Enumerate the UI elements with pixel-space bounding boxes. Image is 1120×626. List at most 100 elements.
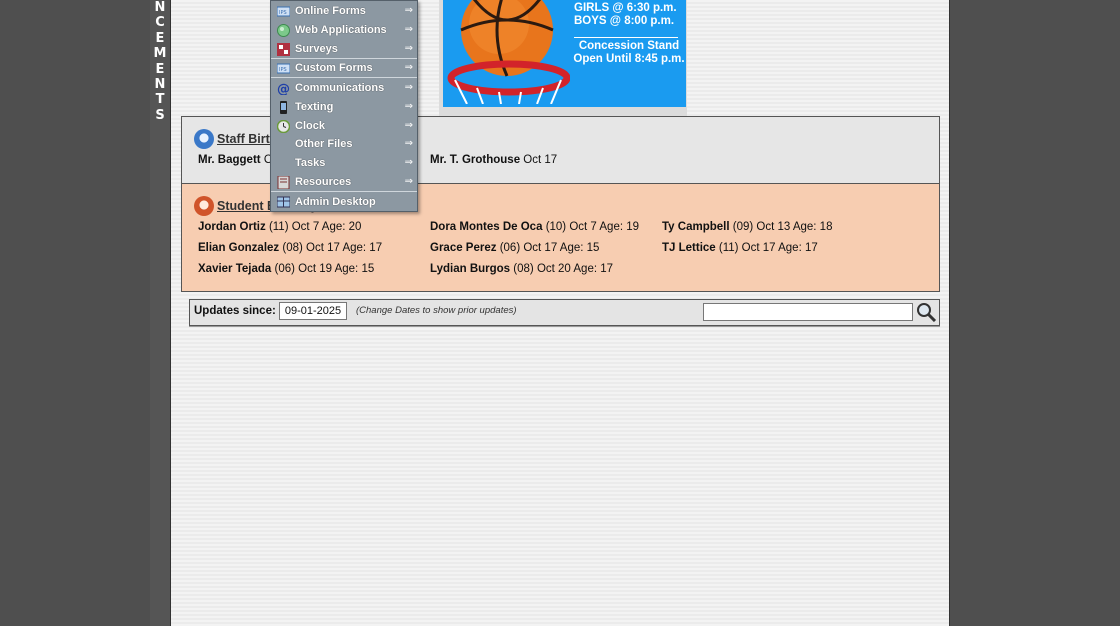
search-icon[interactable] [915,302,937,322]
staff-detail: Oct 17 [523,154,558,166]
student-detail: (08) Oct 17 Age: 17 [282,242,383,254]
phone-icon [280,101,287,114]
vertical-letter: N [154,77,166,93]
updates-bar: Updates since: 09-01-2025 (Change Dates … [189,299,940,326]
student-entry: Jordan Ortiz (11) Oct 7 Age: 20 [198,221,361,233]
vertical-letter: C [155,15,165,31]
vertical-letter: M [153,46,167,62]
cake-icon [194,129,214,149]
menu-item-label: Admin Desktop [295,196,376,208]
menu-item-label: Resources [295,176,352,188]
banner-line-2: BOYS @ 8:00 p.m. [574,15,675,27]
desktop-icon [277,196,290,208]
menu-item-tasks[interactable]: Tasks ⇒ [271,154,417,173]
student-entry: Xavier Tejada (06) Oct 19 Age: 15 [198,263,374,275]
menu-item-texting[interactable]: Texting ⇒ [271,98,417,117]
submenu-arrow-icon: ⇒ [404,43,413,54]
menu-item-label: Texting [295,101,334,113]
dropdown-menu: IPS Online Forms ⇒ Web Applications ⇒ Surveys… [270,0,418,212]
menu-separator [271,58,417,59]
vertical-letter: E [155,61,165,77]
vertical-letter: E [155,30,165,46]
menu-item-label: Surveys [295,43,338,55]
submenu-arrow-icon: ⇒ [404,24,413,35]
form-icon: IPS [277,63,290,74]
svg-text:@: @ [277,82,290,95]
staff-name: Mr. Baggett [198,154,261,166]
cake-icon [194,196,214,216]
submenu-arrow-icon: ⇒ [404,157,413,168]
vertical-letter: N [154,0,166,15]
student-entry: Lydian Burgos (08) Oct 20 Age: 17 [430,263,613,275]
menu-item-web-applications[interactable]: Web Applications ⇒ [271,21,417,40]
staff-entry: Mr. T. Grothouse Oct 17 [430,154,557,166]
form-icon: IPS [277,6,290,17]
student-detail: (09) Oct 13 Age: 18 [732,221,833,233]
updates-since-label: Updates since: [194,305,276,317]
menu-item-communications[interactable]: @ Communications ⇒ [271,79,417,98]
student-name: Ty Campbell [662,221,730,233]
survey-icon [277,43,290,56]
globe-icon [277,24,290,37]
staff-name: Mr. T. Grothouse [430,154,521,166]
student-name: Grace Perez [430,242,497,254]
student-name: TJ Lettice [662,242,716,254]
student-entry: Dora Montes De Oca (10) Oct 7 Age: 19 [430,221,639,233]
menu-item-label: Communications [295,82,385,94]
menu-item-label: Tasks [295,157,326,169]
vertical-letter: T [155,92,165,108]
menu-item-resources[interactable]: Resources ⇒ [271,173,417,192]
submenu-arrow-icon: ⇒ [404,101,413,112]
at-icon: @ [277,82,290,95]
menu-item-online-forms[interactable]: IPS Online Forms ⇒ [271,2,417,21]
menu-item-label: Web Applications [295,24,387,36]
menu-item-custom-forms[interactable]: IPS Custom Forms ⇒ [271,59,417,78]
student-detail: (08) Oct 20 Age: 17 [513,263,614,275]
menu-item-admin-desktop[interactable]: Admin Desktop [271,193,417,212]
student-name: Xavier Tejada [198,263,272,275]
student-detail: (10) Oct 7 Age: 19 [545,221,640,233]
submenu-arrow-icon: ⇒ [404,5,413,16]
left-margin [0,0,150,626]
menu-item-label: Online Forms [295,5,366,17]
right-margin [950,0,1120,626]
menu-item-label: Custom Forms [295,62,373,74]
updates-note: (Change Dates to show prior updates) [356,305,517,316]
vertical-letter: S [155,107,165,123]
menu-item-other-files[interactable]: Other Files ⇒ [271,135,417,154]
menu-item-label: Clock [295,120,325,132]
banner-line-1: GIRLS @ 6:30 p.m. [574,2,677,14]
banner-divider [574,37,678,38]
submenu-arrow-icon: ⇒ [404,62,413,73]
student-entry: Ty Campbell (09) Oct 13 Age: 18 [662,221,832,233]
student-entry: Elian Gonzalez (08) Oct 17 Age: 17 [198,242,382,254]
menu-item-label: Other Files [295,138,353,150]
menu-separator [271,77,417,78]
student-name: Lydian Burgos [430,263,511,275]
menu-item-surveys[interactable]: Surveys ⇒ [271,40,417,59]
menu-separator [271,191,417,192]
student-entry: Grace Perez (06) Oct 17 Age: 15 [430,242,599,254]
banner-line-4: Open Until 8:45 p.m. [573,53,685,65]
svg-text:IPS: IPS [279,10,287,16]
student-detail: (11) Oct 17 Age: 17 [718,242,818,254]
student-name: Jordan Ortiz [198,221,266,233]
student-name: Dora Montes De Oca [430,221,543,233]
banner-line-3: Concession Stand [578,40,680,52]
announcements-vertical-label: NCEMENTS [150,0,170,626]
student-name: Elian Gonzalez [198,242,280,254]
book-icon [277,176,290,189]
menu-item-clock[interactable]: Clock ⇒ [271,117,417,136]
updates-date-field[interactable]: 09-01-2025 [279,302,347,320]
submenu-arrow-icon: ⇒ [404,82,413,93]
basketball-image [447,0,570,104]
submenu-arrow-icon: ⇒ [404,138,413,149]
clock-icon [277,120,290,133]
submenu-arrow-icon: ⇒ [404,120,413,131]
student-entry: TJ Lettice (11) Oct 17 Age: 17 [662,242,818,254]
submenu-arrow-icon: ⇒ [404,176,413,187]
search-input[interactable] [703,303,913,321]
student-detail: (11) Oct 7 Age: 20 [268,221,362,233]
svg-text:IPS: IPS [279,67,287,73]
student-detail: (06) Oct 17 Age: 15 [499,242,600,254]
